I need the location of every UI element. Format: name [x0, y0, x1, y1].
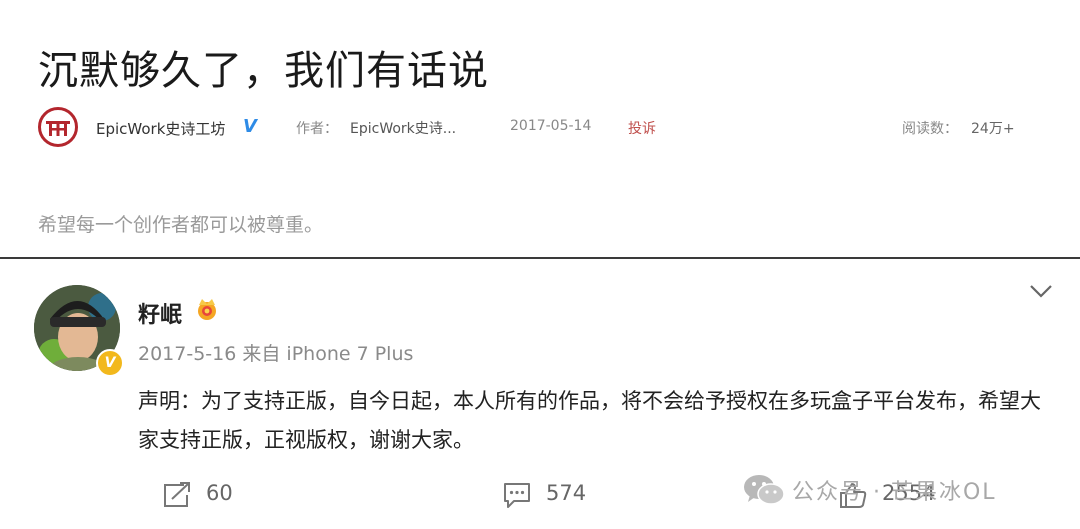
read-count-value: 24万+: [971, 121, 1015, 137]
share-icon: [162, 481, 192, 514]
article-title: 沉默够久了，我们有话说: [38, 48, 489, 94]
wechat-icon: [742, 473, 786, 511]
verified-icon: V: [243, 116, 257, 137]
weibo-post: V 籽岷 2017-5-16 来自 iPhone 7 Plus 声明：为了支持正…: [0, 259, 1080, 529]
publish-date: 2017-05-14: [510, 118, 592, 134]
verified-badge-icon: V: [96, 349, 124, 377]
report-link[interactable]: 投诉: [628, 118, 656, 138]
author-name-link[interactable]: EpicWork史诗工坊: [96, 118, 225, 139]
article-header: 沉默够久了，我们有话说 EpicWork史诗工坊 V 作者： EpicWork史…: [0, 0, 1080, 258]
crown-icon: [194, 297, 220, 325]
post-username[interactable]: 籽岷: [138, 297, 182, 329]
article-subtitle: 希望每一个创作者都可以被尊重。: [38, 214, 324, 236]
comment-icon: [502, 481, 532, 514]
read-count-label: 阅读数：: [902, 121, 958, 137]
share-count: 60: [206, 481, 233, 505]
author-byline-link[interactable]: EpicWork史诗...: [350, 118, 456, 138]
comment-count: 574: [546, 481, 587, 505]
post-text: 声明：为了支持正版，自今日起，本人所有的作品，将不会给予授权在多玩盒子平台发布，…: [138, 389, 1041, 452]
chevron-down-icon[interactable]: [1028, 283, 1054, 303]
article-meta: EpicWork史诗工坊 V 作者： EpicWork史诗... 2017-05…: [38, 106, 1048, 150]
post-timestamp-source: 2017-5-16 来自 iPhone 7 Plus: [138, 343, 414, 365]
epicwork-logo-icon[interactable]: [38, 107, 78, 147]
author-label: 作者：: [296, 121, 338, 137]
watermark-text: 公众号 · 芒果冰OL: [792, 480, 997, 505]
